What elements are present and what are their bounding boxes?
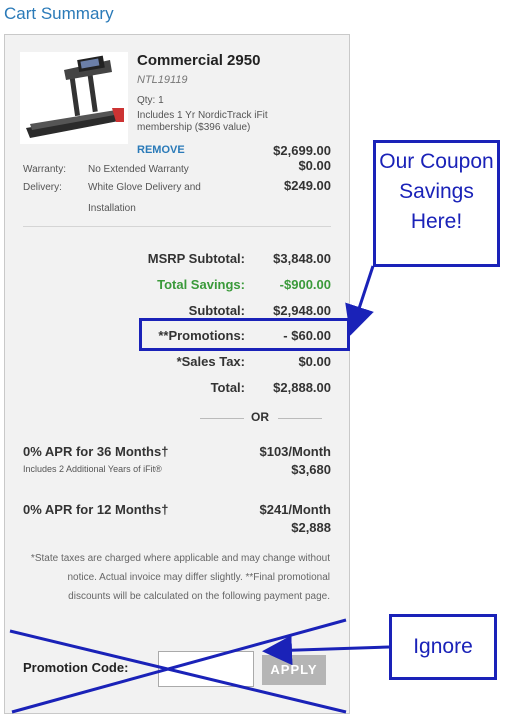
delivery-amount: $249.00 bbox=[284, 178, 331, 193]
subtotal-amount: $2,948.00 bbox=[273, 303, 331, 318]
warranty-label: Warranty: bbox=[23, 164, 66, 175]
msrp-subtotal-amount: $3,848.00 bbox=[273, 251, 331, 266]
subtotal-label: Subtotal: bbox=[188, 303, 245, 318]
promotions-highlight-box bbox=[139, 318, 350, 351]
disclaimer-text: *State taxes are charged where applicabl… bbox=[30, 553, 330, 602]
product-qty: Qty: 1 bbox=[137, 95, 164, 106]
financing-36-title[interactable]: 0% APR for 36 Months† bbox=[23, 444, 168, 459]
total-amount: $2,888.00 bbox=[273, 380, 331, 395]
product-price: $2,699.00 bbox=[273, 143, 331, 158]
financing-12-title[interactable]: 0% APR for 12 Months† bbox=[23, 502, 168, 517]
apply-button[interactable]: APPLY bbox=[262, 655, 326, 685]
sales-tax-label: *Sales Tax: bbox=[176, 354, 245, 369]
product-name[interactable]: Commercial 2950 bbox=[137, 52, 260, 69]
product-sku: NTL19119 bbox=[137, 74, 188, 86]
product-membership-note: Includes 1 Yr NordicTrack iFit membershi… bbox=[137, 110, 268, 133]
promotion-code-label: Promotion Code: bbox=[23, 660, 129, 675]
financing-36-total: $3,680 bbox=[291, 462, 331, 477]
warranty-amount: $0.00 bbox=[298, 158, 331, 173]
delivery-value: White Glove Delivery and Installation bbox=[88, 182, 201, 214]
financing-12-monthly: $241/Month bbox=[259, 502, 331, 517]
or-divider-right bbox=[278, 418, 322, 419]
financing-36-monthly: $103/Month bbox=[259, 444, 331, 459]
total-label: Total: bbox=[210, 380, 245, 395]
delivery-label: Delivery: bbox=[23, 182, 62, 193]
financing-36-note: Includes 2 Additional Years of iFit® bbox=[23, 464, 162, 474]
msrp-subtotal-label: MSRP Subtotal: bbox=[147, 251, 245, 266]
total-savings-label: Total Savings: bbox=[157, 277, 245, 292]
remove-button[interactable]: REMOVE bbox=[137, 144, 185, 156]
promotion-code-input[interactable] bbox=[158, 651, 254, 687]
page-title: Cart Summary bbox=[4, 4, 114, 23]
divider bbox=[23, 226, 331, 227]
or-divider-left bbox=[200, 418, 244, 419]
total-savings-amount: -$900.00 bbox=[279, 277, 331, 292]
financing-12-total: $2,888 bbox=[291, 520, 331, 535]
treadmill-product-image bbox=[20, 52, 128, 144]
ignore-callout: Ignore bbox=[389, 614, 497, 680]
savings-arrow bbox=[345, 265, 375, 336]
or-separator: OR bbox=[251, 410, 269, 424]
sales-tax-amount: $0.00 bbox=[298, 354, 331, 369]
savings-callout: Our Coupon Savings Here! bbox=[373, 140, 500, 267]
